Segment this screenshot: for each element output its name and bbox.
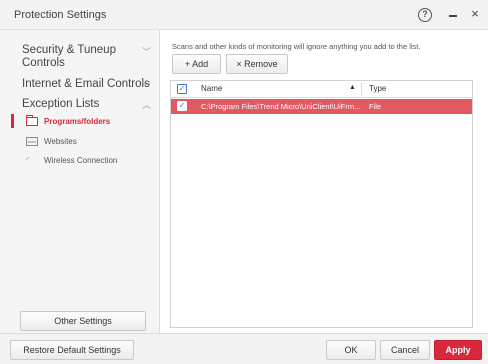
sidebar: Security & Tuneup Controls ﹀ Internet & …: [0, 30, 160, 333]
column-header-name[interactable]: Name: [201, 84, 222, 93]
apply-button[interactable]: Apply: [434, 340, 482, 360]
minimize-icon[interactable]: [449, 15, 457, 17]
sidebar-item-programs-folders[interactable]: Programs/folders: [26, 114, 110, 128]
table-header: ✓ Name ▲ Type: [171, 81, 472, 98]
restore-defaults-button[interactable]: Restore Default Settings: [10, 340, 134, 360]
help-icon[interactable]: ?: [418, 8, 432, 22]
chevron-down-icon[interactable]: ﹀: [142, 45, 151, 58]
chevron-down-icon[interactable]: ﹀: [142, 80, 151, 93]
row-name-cell: C:\Program Files\Trend Micro\UniClient\U…: [201, 102, 361, 111]
row-checkbox[interactable]: ✓: [177, 101, 187, 111]
nav-internet-email[interactable]: Internet & Email Controls: [22, 78, 150, 91]
hint-text: Scans and other kinds of monitoring will…: [172, 42, 421, 51]
ok-button[interactable]: OK: [326, 340, 376, 360]
column-header-type[interactable]: Type: [369, 84, 386, 93]
remove-button[interactable]: × Remove: [226, 54, 288, 74]
close-icon[interactable]: ×: [468, 7, 482, 21]
chevron-up-icon[interactable]: ︿: [142, 98, 151, 111]
row-type-cell: File: [369, 102, 382, 111]
sort-asc-icon[interactable]: ▲: [349, 84, 356, 91]
column-divider: [361, 83, 362, 96]
sidebar-item-label: Websites: [44, 136, 77, 146]
exception-table: ✓ Name ▲ Type ✓ C:\Program Files\Trend M…: [170, 80, 473, 328]
folder-icon: [26, 114, 38, 126]
sidebar-item-wireless-connection[interactable]: ◜ Wireless Connection: [26, 153, 117, 167]
other-settings-button[interactable]: Other Settings: [20, 311, 146, 331]
window-title: Protection Settings: [14, 9, 107, 21]
sidebar-item-websites[interactable]: www Websites: [26, 134, 77, 148]
nav-exception-lists[interactable]: Exception Lists: [22, 98, 99, 111]
cancel-button[interactable]: Cancel: [380, 340, 430, 360]
sidebar-item-label: Programs/folders: [44, 116, 111, 126]
title-bar: Protection Settings ? ×: [0, 0, 488, 30]
wifi-icon: ◜: [26, 154, 30, 165]
add-button[interactable]: + Add: [172, 54, 221, 74]
active-indicator: [11, 114, 14, 128]
table-row[interactable]: ✓ C:\Program Files\Trend Micro\UniClient…: [171, 99, 472, 114]
nav-security-tuneup[interactable]: Security & Tuneup Controls: [22, 44, 134, 70]
select-all-checkbox[interactable]: ✓: [177, 84, 187, 94]
website-icon: www: [26, 136, 38, 146]
sidebar-item-label: Wireless Connection: [44, 155, 118, 165]
